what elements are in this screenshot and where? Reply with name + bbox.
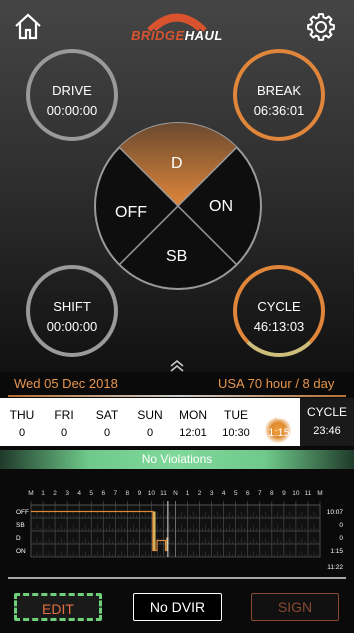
day-hours: 10:30 bbox=[222, 427, 250, 439]
home-button[interactable] bbox=[12, 10, 44, 42]
hour-label: 9 bbox=[282, 490, 286, 497]
day-name: SAT bbox=[95, 408, 119, 422]
grand-total: 11:22 bbox=[327, 564, 343, 571]
hos-rule[interactable]: USA 70 hour / 8 day bbox=[218, 376, 334, 391]
day-hours: 0 bbox=[146, 427, 154, 439]
duty-status-wheel: D ON OFF SB bbox=[93, 121, 263, 291]
brand-logo: BRIDGEHAUL bbox=[127, 8, 227, 48]
hour-label: 8 bbox=[126, 490, 130, 497]
row-total: 0 bbox=[339, 522, 343, 529]
today-indicator bbox=[265, 417, 291, 443]
current-date: Wed 05 Dec 2018 bbox=[14, 376, 118, 391]
cycle-value: 46:13:03 bbox=[253, 319, 305, 334]
shift-value: 00:00:00 bbox=[46, 319, 98, 334]
edit-button[interactable]: EDIT bbox=[14, 593, 102, 621]
duty-log-grid: M 1 2 3 4 5 6 7 8 9 10 11 N 1 2 3 4 5 6 7 8 9 10 11 M OFF 10:07 SB 0… bbox=[8, 490, 346, 579]
status-d-label: D bbox=[171, 155, 183, 172]
hour-label: M bbox=[317, 490, 322, 497]
break-value: 06:36:01 bbox=[253, 103, 305, 118]
hour-label: 8 bbox=[270, 490, 274, 497]
sign-button[interactable]: SIGN bbox=[251, 593, 339, 621]
gear-icon bbox=[307, 13, 335, 41]
hour-label: 10 bbox=[148, 490, 156, 497]
row-total: 10:07 bbox=[327, 509, 344, 516]
hour-label: 4 bbox=[77, 490, 81, 497]
chevron-up-icon bbox=[170, 360, 184, 372]
home-icon bbox=[15, 13, 41, 40]
cycle-summary-label: CYCLE bbox=[306, 405, 347, 419]
hour-label: 5 bbox=[234, 490, 238, 497]
cycle-label: CYCLE bbox=[257, 299, 301, 314]
break-label: BREAK bbox=[256, 83, 302, 98]
shift-label: SHIFT bbox=[53, 299, 91, 314]
hour-label: 7 bbox=[113, 490, 117, 497]
day-hours: 0 bbox=[103, 427, 111, 439]
row-label: OFF bbox=[16, 509, 29, 516]
hour-label: 11 bbox=[160, 490, 167, 497]
row-label: SB bbox=[16, 522, 25, 529]
date-divider bbox=[8, 395, 346, 397]
hour-label: N bbox=[173, 490, 178, 497]
drive-value: 00:00:00 bbox=[46, 103, 98, 118]
cycle-summary: CYCLE 23:46 bbox=[300, 398, 354, 446]
drive-label: DRIVE bbox=[52, 83, 92, 98]
violations-banner[interactable]: No Violations bbox=[0, 450, 354, 469]
logo-text: BRIDGEHAUL bbox=[131, 28, 223, 43]
status-off-label: OFF bbox=[115, 204, 147, 221]
row-total: 1:15 bbox=[330, 548, 343, 555]
hour-label: 9 bbox=[138, 490, 142, 497]
hour-label: 2 bbox=[198, 490, 202, 497]
hour-label: 6 bbox=[101, 490, 105, 497]
hour-label: 5 bbox=[89, 490, 93, 497]
hour-label: 1 bbox=[186, 490, 190, 497]
hour-label: M bbox=[28, 490, 33, 497]
day-name: TUE bbox=[224, 408, 248, 422]
hour-label: 3 bbox=[65, 490, 69, 497]
row-total: 0 bbox=[339, 535, 343, 542]
day-name: THU bbox=[9, 408, 35, 422]
row-label: D bbox=[16, 535, 21, 542]
hour-label: 7 bbox=[258, 490, 262, 497]
expand-button[interactable] bbox=[166, 358, 188, 374]
day-name: MON bbox=[179, 408, 207, 422]
hour-label: 4 bbox=[222, 490, 226, 497]
hour-label: 6 bbox=[246, 490, 250, 497]
hour-label: 2 bbox=[53, 490, 57, 497]
cycle-summary-value: 23:46 bbox=[313, 425, 341, 437]
day-name: SUN bbox=[137, 408, 163, 422]
status-on-label: ON bbox=[209, 198, 233, 215]
hour-label: 11 bbox=[305, 490, 312, 497]
row-label: ON bbox=[16, 548, 26, 555]
hour-label: 1 bbox=[41, 490, 45, 497]
dvir-button[interactable]: No DVIR bbox=[133, 593, 222, 621]
status-sb-label: SB bbox=[166, 248, 188, 265]
day-hours: 12:01 bbox=[179, 427, 207, 439]
day-hours: 0 bbox=[60, 427, 68, 439]
hour-label: 3 bbox=[210, 490, 214, 497]
hour-label: 10 bbox=[292, 490, 300, 497]
day-hours: 0 bbox=[18, 427, 26, 439]
day-name: FRI bbox=[54, 408, 74, 422]
settings-button[interactable] bbox=[304, 10, 338, 44]
